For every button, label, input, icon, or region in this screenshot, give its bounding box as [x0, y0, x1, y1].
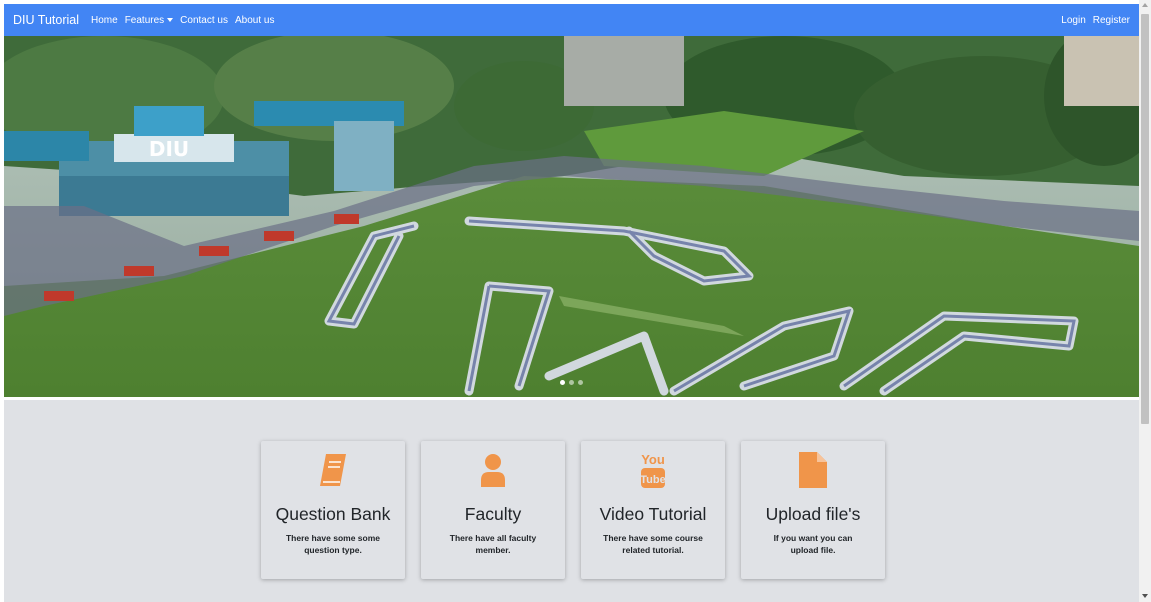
- carousel-indicator[interactable]: [569, 380, 574, 385]
- scroll-down-arrow-icon[interactable]: [1142, 594, 1148, 598]
- navbar: DIU Tutorial Home Features Contact us Ab…: [4, 4, 1139, 36]
- brand-link[interactable]: DIU Tutorial: [13, 13, 79, 27]
- nav-features-label: Features: [124, 14, 165, 26]
- card-description: There have all faculty member.: [449, 533, 537, 555]
- hero-carousel[interactable]: DIU: [4, 36, 1139, 397]
- nav-auth-links: Login Register: [1054, 15, 1130, 26]
- card-title: Upload file's: [765, 504, 861, 524]
- scrollbar-thumb[interactable]: [1141, 14, 1149, 424]
- card-title: Faculty: [464, 504, 522, 524]
- card-description: If you want you can upload file.: [773, 533, 853, 555]
- nav-contact-link[interactable]: Contact us: [180, 15, 228, 26]
- youtube-icon: You Tube: [581, 452, 725, 488]
- user-icon: [421, 453, 565, 487]
- video-tutorial-card[interactable]: You Tube Video Tutorial There have some …: [581, 441, 725, 579]
- carousel-indicator[interactable]: [578, 380, 583, 385]
- faculty-card[interactable]: Faculty There have all faculty member.: [421, 441, 565, 579]
- register-link[interactable]: Register: [1093, 15, 1130, 26]
- login-link[interactable]: Login: [1061, 15, 1085, 26]
- svg-text:Tube: Tube: [640, 474, 665, 486]
- nav-home-link[interactable]: Home: [91, 15, 118, 26]
- file-icon: [741, 452, 885, 488]
- nav-links: Home Features Contact us About us: [91, 15, 281, 26]
- carousel-indicator[interactable]: [560, 380, 565, 385]
- campus-photo: DIU: [4, 36, 1139, 397]
- card-title: Question Bank: [275, 504, 391, 524]
- carousel-indicators: [560, 380, 583, 385]
- svg-text:You: You: [641, 452, 665, 467]
- card-title: Video Tutorial: [599, 504, 707, 524]
- nav-about-link[interactable]: About us: [235, 15, 274, 26]
- features-section: Question Bank There have some some quest…: [4, 400, 1139, 602]
- scroll-up-arrow-icon[interactable]: [1142, 3, 1148, 7]
- nav-features-dropdown[interactable]: Features: [124, 14, 174, 26]
- page-scrollbar[interactable]: [1139, 0, 1151, 602]
- book-icon: [261, 453, 405, 487]
- question-bank-card[interactable]: Question Bank There have some some quest…: [261, 441, 405, 579]
- card-description: There have some course related tutorial.: [603, 533, 703, 555]
- card-description: There have some some question type.: [285, 533, 380, 555]
- caret-down-icon: [167, 18, 174, 22]
- diu-sign-text: DIU: [149, 137, 189, 161]
- upload-file-card[interactable]: Upload file's If you want you can upload…: [741, 441, 885, 579]
